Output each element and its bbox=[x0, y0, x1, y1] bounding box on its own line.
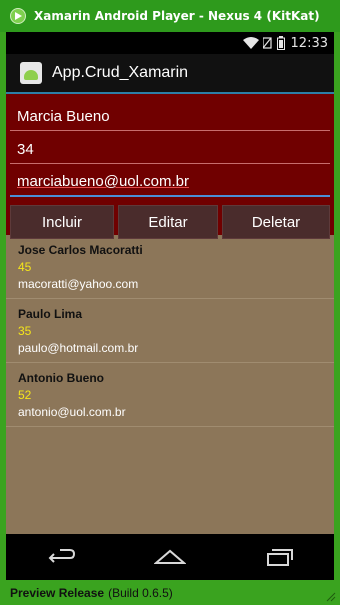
footer-release-label: Preview Release bbox=[10, 585, 105, 600]
item-email: macoratti@yahoo.com bbox=[18, 277, 139, 291]
window-titlebar[interactable]: Xamarin Android Player - Nexus 4 (KitKat… bbox=[0, 0, 340, 32]
emulator-window: Xamarin Android Player - Nexus 4 (KitKat… bbox=[0, 0, 340, 605]
item-name: Jose Carlos Macoratti bbox=[18, 243, 143, 257]
home-icon bbox=[153, 549, 186, 564]
item-email: antonio@uol.com.br bbox=[18, 405, 126, 419]
list-item[interactable]: Paulo Lima 35 paulo@hotmail.com.br bbox=[6, 299, 334, 363]
back-icon bbox=[48, 549, 75, 563]
window-footer: Preview Release (Build 0.6.5) bbox=[0, 580, 340, 605]
resize-grip-icon[interactable] bbox=[326, 592, 336, 602]
email-value: marciabueno@uol.com.br bbox=[17, 173, 189, 190]
app-title: App.Crud_Xamarin bbox=[52, 64, 189, 81]
back-button[interactable] bbox=[41, 542, 81, 572]
item-age: 52 bbox=[18, 388, 32, 402]
play-icon bbox=[10, 8, 26, 24]
age-input[interactable]: 34 bbox=[10, 131, 330, 164]
item-email: paulo@hotmail.com.br bbox=[18, 341, 139, 355]
list-item[interactable]: Jose Carlos Macoratti 45 macoratti@yahoo… bbox=[6, 235, 334, 299]
wifi-icon bbox=[242, 37, 259, 49]
recent-apps-button[interactable] bbox=[259, 542, 299, 572]
list-item[interactable]: Antonio Bueno 52 antonio@uol.com.br bbox=[6, 363, 334, 427]
age-value: 34 bbox=[17, 141, 34, 158]
item-name: Paulo Lima bbox=[18, 307, 83, 321]
status-bar: 12:33 bbox=[6, 32, 334, 54]
android-screen: 12:33 App.Crud_Xamarin Marcia Bueno 34 m… bbox=[6, 32, 334, 580]
footer-build-label: (Build 0.6.5) bbox=[108, 585, 173, 600]
include-button[interactable]: Incluir bbox=[10, 205, 114, 239]
status-clock: 12:33 bbox=[290, 35, 328, 51]
email-input[interactable]: marciabueno@uol.com.br bbox=[10, 164, 330, 197]
no-signal-icon bbox=[262, 37, 273, 49]
recent-apps-icon bbox=[267, 549, 294, 566]
battery-icon bbox=[276, 36, 285, 50]
window-title: Xamarin Android Player - Nexus 4 (KitKat… bbox=[34, 9, 320, 23]
people-list: Jose Carlos Macoratti 45 macoratti@yahoo… bbox=[6, 235, 334, 535]
android-app-icon bbox=[20, 62, 42, 84]
name-input[interactable]: Marcia Bueno bbox=[10, 98, 330, 131]
action-buttons: Incluir Editar Deletar bbox=[10, 205, 330, 239]
navigation-bar bbox=[6, 534, 334, 580]
name-value: Marcia Bueno bbox=[17, 108, 110, 125]
edit-button[interactable]: Editar bbox=[118, 205, 218, 239]
delete-button[interactable]: Deletar bbox=[222, 205, 330, 239]
home-button[interactable] bbox=[150, 542, 190, 572]
item-age: 45 bbox=[18, 260, 32, 274]
edit-form: Marcia Bueno 34 marciabueno@uol.com.br I… bbox=[6, 94, 334, 239]
action-bar: App.Crud_Xamarin bbox=[6, 54, 334, 94]
item-age: 35 bbox=[18, 324, 32, 338]
item-name: Antonio Bueno bbox=[18, 371, 104, 385]
